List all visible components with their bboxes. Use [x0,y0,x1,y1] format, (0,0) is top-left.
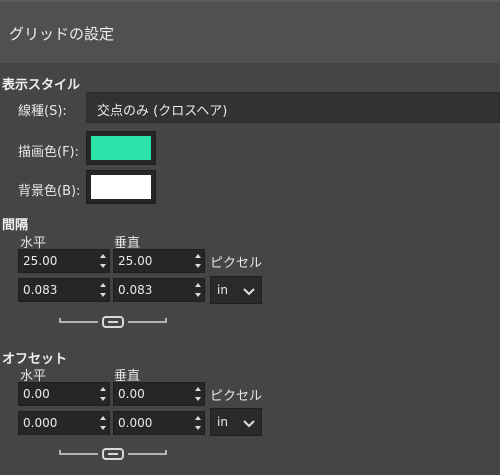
bg-color-swatch [91,175,151,199]
offset-h-pixels-spin[interactable]: 0.00 [18,382,110,406]
spacing-section-label: 間隔 [2,218,29,233]
spacing-h-units-value: 0.083 [23,283,58,297]
line-style-combo[interactable]: 交点のみ (クロスヘア) [86,92,500,123]
offset-h-units-value: 0.000 [23,416,58,430]
offset-unit-value: in [217,415,228,429]
spacing-v-units-spin[interactable]: 0.083 [113,278,205,302]
bg-color-button[interactable] [86,170,156,204]
offset-v-pixels-spin[interactable]: 0.00 [113,382,205,406]
spin-arrows-icon[interactable] [97,412,109,434]
spacing-unit-value: in [217,283,228,297]
spin-arrows-icon[interactable] [97,383,109,405]
spacing-v-pixels-spin[interactable]: 25.00 [113,249,205,273]
spacing-unit-select[interactable]: in [210,276,262,304]
bg-color-label: 背景色(B): [18,184,81,199]
offset-h-units-spin[interactable]: 0.000 [18,411,110,435]
spin-arrows-icon[interactable] [192,279,204,301]
offset-v-units-spin[interactable]: 0.000 [113,411,205,435]
offset-chain-link-icon[interactable] [58,444,168,462]
spacing-v-pixels-value: 25.00 [118,254,153,268]
appearance-section-label: 表示スタイル [2,78,81,93]
spin-arrows-icon[interactable] [192,250,204,272]
fg-color-button[interactable] [86,131,156,165]
offset-h-pixels-value: 0.00 [23,387,50,401]
offset-unit-select[interactable]: in [210,408,262,436]
chevron-down-icon [243,285,255,300]
spacing-h-pixels-spin[interactable]: 25.00 [18,249,110,273]
spin-arrows-icon[interactable] [97,279,109,301]
spacing-v-units-value: 0.083 [118,283,153,297]
offset-pixels-unit-label: ピクセル [210,389,263,404]
fg-color-label: 描画色(F): [18,145,80,160]
line-style-value: 交点のみ (クロスヘア) [97,104,228,119]
offset-v-units-value: 0.000 [118,416,153,430]
spin-arrows-icon[interactable] [192,383,204,405]
line-style-label: 線種(S): [18,104,67,119]
spin-arrows-icon[interactable] [192,412,204,434]
dialog-header: グリッドの設定 [0,0,500,63]
offset-v-pixels-value: 0.00 [118,387,145,401]
spacing-chain-link-icon[interactable] [58,312,168,330]
fg-color-swatch [91,136,151,160]
spacing-pixels-unit-label: ピクセル [210,256,263,271]
spacing-h-pixels-value: 25.00 [23,254,58,268]
chevron-down-icon [243,417,255,432]
dialog-title: グリッドの設定 [9,25,115,43]
spin-arrows-icon[interactable] [97,250,109,272]
spacing-h-units-spin[interactable]: 0.083 [18,278,110,302]
